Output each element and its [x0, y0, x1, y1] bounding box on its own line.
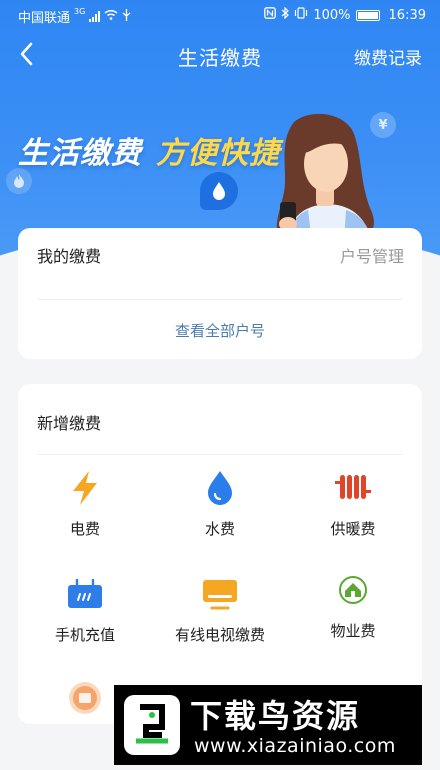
water-bubble-icon: [200, 172, 238, 210]
my-payment-card: 我的缴费 户号管理 查看全部户号: [18, 228, 422, 359]
usb-icon: [122, 8, 131, 25]
battery-icon: [355, 9, 380, 21]
home-icon: [333, 570, 373, 610]
tv-icon: [200, 574, 240, 614]
gas-icon: [65, 678, 105, 718]
watermark-banner: 下载鸟资源 www.xiazainiao.com: [114, 685, 422, 765]
heating-item[interactable]: 供暖费: [286, 468, 420, 564]
water-drop-icon: [200, 468, 240, 508]
wifi-icon: [104, 9, 118, 24]
vibrate-icon: [294, 7, 308, 23]
slogan-white: 生活缴费: [18, 136, 142, 171]
cable-tv-item[interactable]: 有线电视缴费: [153, 574, 287, 670]
electricity-label: 电费: [69, 520, 100, 538]
divider: [37, 299, 403, 300]
carrier-label: 中国联通: [18, 11, 71, 26]
radiator-icon: [333, 468, 373, 508]
divider: [37, 454, 403, 455]
electricity-item[interactable]: 电费: [18, 468, 152, 564]
water-item[interactable]: 水费: [153, 468, 287, 564]
status-bar: 中国联通 3G 100% 16:39: [0, 0, 440, 30]
new-payment-card: 新增缴费 电费 水费 供暖费 手机充值 有线电视缴费 物业费: [18, 384, 422, 724]
watermark-title: 下载鸟资源: [190, 697, 361, 735]
bird-logo-icon: [124, 695, 180, 755]
clock: 16:39: [388, 7, 426, 23]
heating-label: 供暖费: [330, 520, 376, 538]
banner-slogan: 生活缴费 方便快捷: [18, 128, 280, 172]
lightning-icon: [65, 468, 105, 508]
view-all-accounts-link[interactable]: 查看全部户号: [18, 320, 422, 341]
water-label: 水费: [204, 520, 235, 538]
payment-record-button[interactable]: 缴费记录: [354, 44, 422, 69]
phone-recharge-label: 手机充值: [54, 626, 115, 644]
nav-bar: 生活缴费 缴费记录: [0, 32, 440, 76]
network-label: 3G: [74, 7, 86, 16]
slogan-yellow: 方便快捷: [156, 136, 280, 171]
sim-card-icon: [65, 574, 105, 614]
phone-recharge-item[interactable]: 手机充值: [18, 574, 152, 670]
property-fee-item[interactable]: 物业费: [286, 570, 420, 666]
battery-percent: 100%: [313, 7, 351, 23]
bluetooth-icon: [281, 6, 290, 23]
new-payment-title: 新增缴费: [37, 414, 102, 433]
watermark-url: www.xiazainiao.com: [194, 735, 396, 757]
my-payment-title: 我的缴费: [37, 247, 102, 266]
nfc-icon: [264, 7, 277, 23]
account-manage-link[interactable]: 户号管理: [340, 243, 404, 267]
property-fee-label: 物业费: [330, 622, 376, 640]
cable-tv-label: 有线电视缴费: [174, 626, 265, 644]
signal-icon: [89, 11, 101, 22]
